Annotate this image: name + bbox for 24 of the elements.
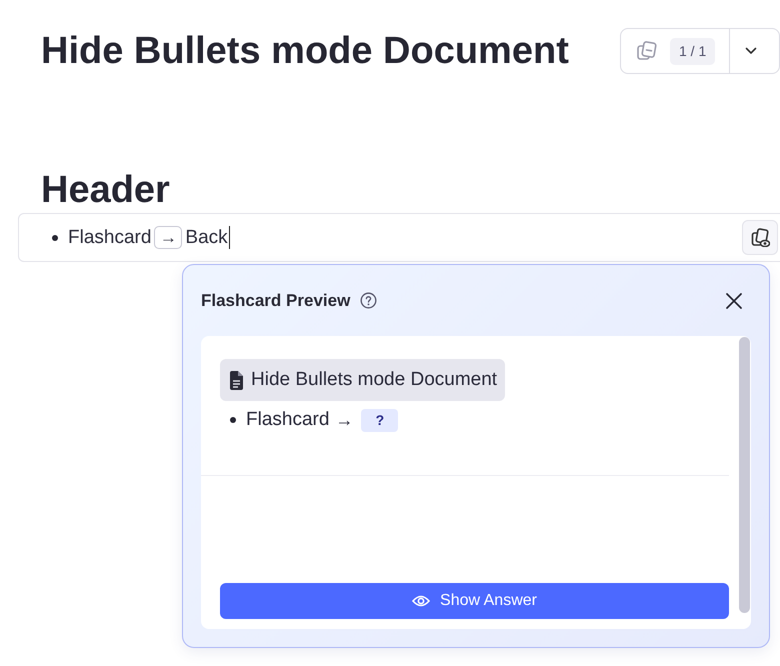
hidden-answer: ? xyxy=(361,408,398,432)
bullet-icon xyxy=(230,417,236,423)
bullet-icon xyxy=(52,234,58,240)
popup-title: Flashcard Preview xyxy=(201,290,350,312)
help-icon[interactable] xyxy=(360,292,378,309)
card-counter: 1 / 1 xyxy=(670,38,716,64)
cards-eye-icon xyxy=(750,228,770,247)
flashcards-icon[interactable] xyxy=(637,41,657,61)
card-back-text: Back xyxy=(185,226,228,250)
eye-icon xyxy=(412,594,430,608)
show-answer-button[interactable]: Show Answer xyxy=(220,583,729,619)
close-icon xyxy=(725,292,743,310)
file-icon xyxy=(229,370,244,390)
section-heading: Header xyxy=(41,168,170,213)
text-cursor xyxy=(228,226,230,249)
separator-arrow: → xyxy=(335,408,354,432)
close-button[interactable] xyxy=(725,292,743,310)
chevron-down-icon xyxy=(745,47,758,55)
document-title: Hide Bullets mode Document xyxy=(41,29,569,73)
document-link[interactable]: Hide Bullets mode Document xyxy=(220,359,506,401)
preview-button[interactable] xyxy=(742,220,778,255)
separator-key: → xyxy=(154,226,182,249)
card-front-text: Flashcard xyxy=(68,226,152,250)
card-front-text: Flashcard xyxy=(246,408,330,432)
